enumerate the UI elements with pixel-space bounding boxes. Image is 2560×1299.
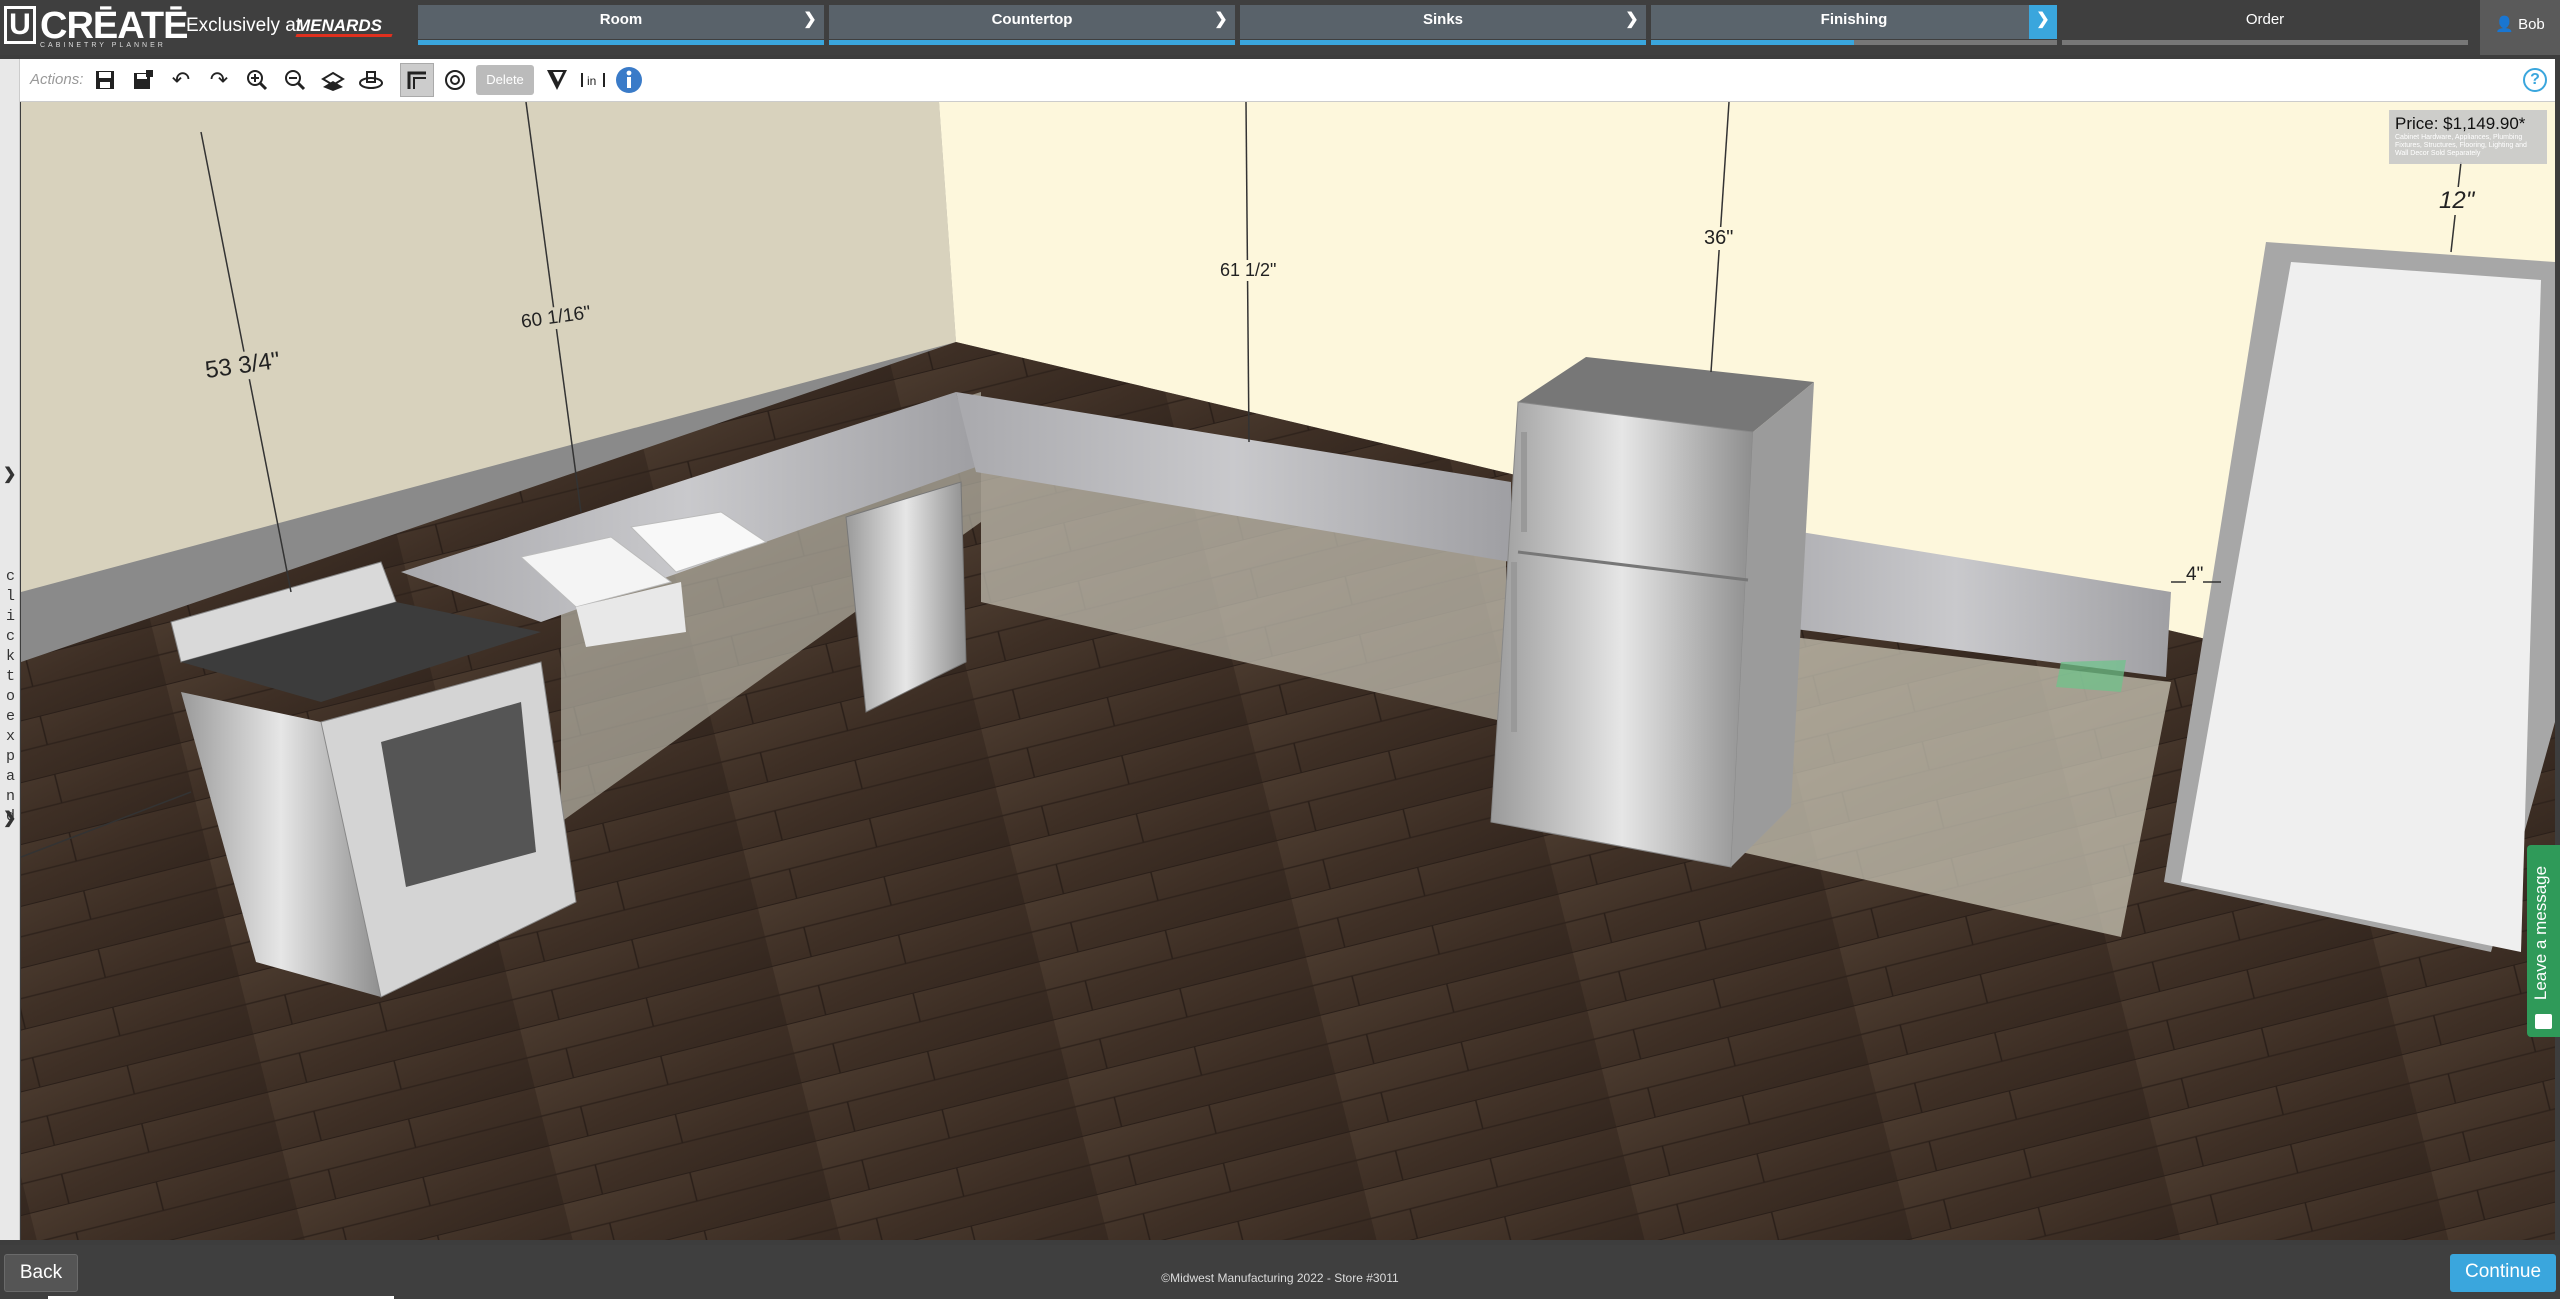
rotate-view-icon[interactable] [438, 63, 472, 97]
zoom-in-icon[interactable] [240, 63, 274, 97]
chevron-right-icon: ❯ [803, 11, 817, 28]
delete-button[interactable]: Delete [476, 65, 534, 95]
step-countertop-progress [829, 40, 1235, 45]
save-as-icon[interactable] [126, 63, 160, 97]
expand-text: click to expand [6, 568, 16, 825]
price-note: Cabinet Hardware, Appliances, Plumbing F… [2395, 134, 2527, 157]
chevron-right-icon: ❯ [3, 810, 17, 827]
expand-sidebar[interactable]: ❯ click to expand ❯ [0, 59, 20, 1240]
user-menu[interactable]: 👤 Bob [2480, 0, 2560, 55]
user-icon: 👤 [2495, 16, 2514, 33]
step-room[interactable]: Room ❯ [418, 5, 824, 45]
chevron-right-icon: ❯ [1214, 11, 1228, 28]
save-icon[interactable] [88, 63, 122, 97]
exclusive-text: Exclusively at [186, 15, 302, 36]
step-room-label: Room [599, 11, 643, 28]
wall-view-icon[interactable] [400, 63, 434, 97]
top-navigation-bar: U CRĒATĒ CABINETRY PLANNER Exclusively a… [0, 0, 2560, 55]
kitchen-3d-viewport[interactable]: 53 3/4" 60 1/16" 61 1/2" 36" 12" 4" Pric… [21, 102, 2555, 1240]
dimension-label: 12" [2439, 187, 2475, 215]
finish-swatch-icon[interactable] [540, 63, 574, 97]
copyright-text: ©Midwest Manufacturing 2022 - Store #301… [1161, 1271, 1399, 1285]
dimension-label: 36" [1704, 227, 1734, 250]
actions-toolbar: Actions: ↶ ↷ Delete in ? [20, 59, 2555, 102]
continue-button[interactable]: Continue [2450, 1254, 2556, 1292]
user-name: Bob [2518, 16, 2545, 33]
step-finishing-progress [1651, 40, 1854, 45]
step-sinks-progress [1240, 40, 1646, 45]
dimension-label: 61 1/2" [1220, 260, 1277, 281]
price-text: Price: $1,149.90* [2395, 114, 2526, 133]
step-room-progress [418, 40, 824, 45]
leave-a-message-label: Leave a message [2531, 865, 2550, 1001]
zoom-out-icon[interactable] [278, 63, 312, 97]
step-sinks[interactable]: Sinks ❯ [1240, 5, 1646, 45]
dimension-label: 4" [2186, 564, 2204, 586]
ucreate-logo: U CRĒATĒ CABINETRY PLANNER Exclusively a… [0, 0, 410, 55]
floor-view-icon[interactable] [316, 63, 350, 97]
logo-subtitle: CABINETRY PLANNER [40, 42, 166, 49]
step-countertop-label: Countertop [991, 11, 1073, 28]
redo-icon[interactable]: ↷ [202, 63, 236, 97]
bottom-bar: Back ©Midwest Manufacturing 2022 - Store… [0, 1245, 2560, 1299]
price-box: Price: $1,149.90* Cabinet Hardware, Appl… [2389, 110, 2547, 164]
actions-label: Actions: [30, 71, 84, 88]
refrigerator-front [1490, 401, 1754, 868]
leave-a-message-tab[interactable]: Leave a message [2527, 845, 2560, 1037]
chat-bubble-icon [2535, 1014, 2552, 1029]
chevron-right-icon: ❯ [1625, 11, 1639, 28]
help-question-icon[interactable]: ? [2523, 68, 2547, 92]
logo-mark: U [4, 6, 36, 44]
step-sinks-label: Sinks [1422, 11, 1464, 28]
menards-logo: MENARDS [292, 13, 402, 39]
undo-icon[interactable]: ↶ [164, 63, 198, 97]
step-finishing-label: Finishing [1820, 11, 1888, 28]
step-finishing[interactable]: Finishing ❯ [1651, 5, 2057, 45]
selection-marker [2056, 660, 2126, 692]
measure-icon[interactable]: in [576, 63, 610, 97]
step-order[interactable]: Order [2062, 5, 2468, 45]
3d-view-icon[interactable] [354, 63, 388, 97]
step-order-track [2062, 40, 2468, 45]
step-order-label: Order [2245, 11, 2285, 28]
step-countertop[interactable]: Countertop ❯ [829, 5, 1235, 45]
svg-text:in: in [587, 74, 596, 88]
chevron-right-icon[interactable]: ❯ [2029, 5, 2057, 39]
chevron-right-icon: ❯ [3, 466, 17, 483]
info-icon[interactable] [612, 63, 646, 97]
